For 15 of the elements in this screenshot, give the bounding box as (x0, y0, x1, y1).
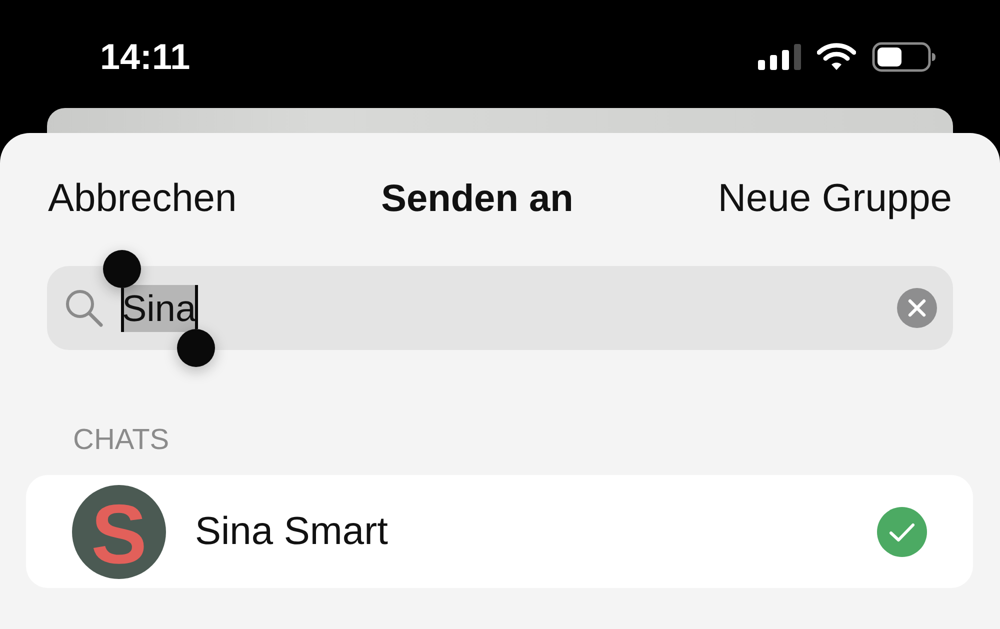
chat-row[interactable]: S Sina Smart (26, 475, 973, 588)
status-time: 14:11 (100, 37, 190, 77)
chat-name: Sina Smart (195, 508, 388, 554)
new-group-button[interactable]: Neue Gruppe (718, 175, 952, 223)
wifi-icon (817, 43, 856, 71)
sheet-title: Senden an (381, 177, 574, 222)
check-icon[interactable] (877, 506, 927, 556)
battery-icon (872, 42, 936, 72)
clear-button[interactable] (897, 288, 937, 328)
search-icon (65, 289, 103, 327)
signal-icon (758, 44, 801, 70)
section-header: CHATS (73, 423, 170, 457)
cancel-button[interactable]: Abbrechen (48, 175, 237, 223)
avatar-letter: S (90, 492, 148, 576)
close-icon (908, 299, 926, 317)
